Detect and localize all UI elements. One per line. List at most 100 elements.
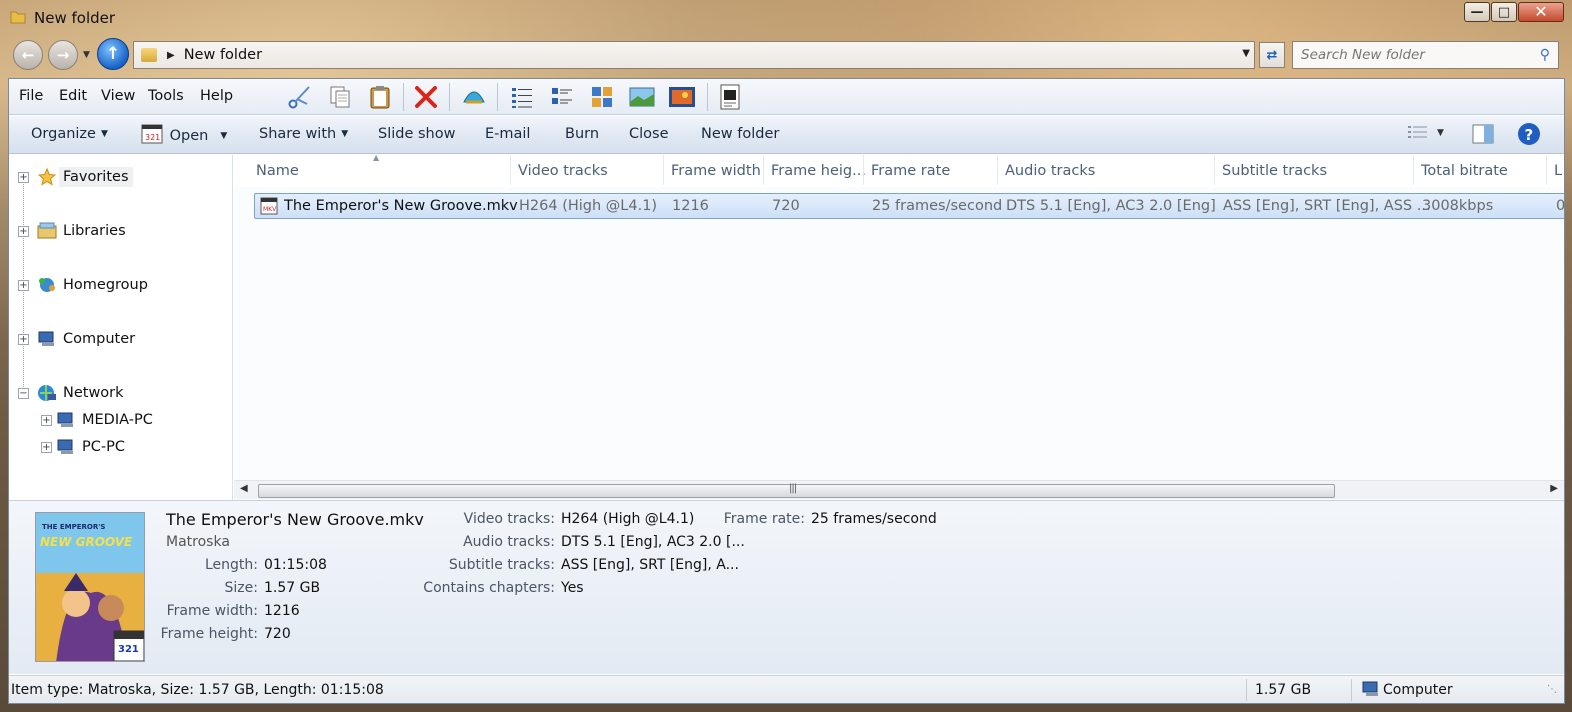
nav-pc-pc[interactable]: + PC-PC xyxy=(41,435,125,459)
computer-icon xyxy=(56,437,76,457)
expand-icon[interactable]: + xyxy=(41,414,52,426)
search-box[interactable]: ⚲ xyxy=(1292,41,1559,69)
command-bar: Organize ▼ 321 Open ▼ Share with ▼ Slide sh… xyxy=(9,116,1564,154)
column-divider[interactable] xyxy=(1546,155,1547,185)
file-row[interactable]: MKV The Emperor's New Groove.mkv H264 (H… xyxy=(254,193,1564,219)
column-divider[interactable] xyxy=(997,155,998,185)
view-thumbnail-icon[interactable] xyxy=(627,82,657,112)
burn-button[interactable]: Burn xyxy=(565,126,599,142)
organize-button[interactable]: Organize ▼ xyxy=(31,126,108,142)
nav-computer[interactable]: + Computer xyxy=(18,327,135,351)
window-title: New folder xyxy=(34,9,116,27)
delete-icon[interactable] xyxy=(411,82,441,112)
paste-icon[interactable] xyxy=(365,82,395,112)
toolbar-separator xyxy=(707,83,708,111)
refresh-button[interactable]: ⇄ xyxy=(1259,42,1285,68)
horizontal-scrollbar[interactable]: ◀ ||| ▶ xyxy=(234,480,1564,499)
expand-icon[interactable]: + xyxy=(18,333,29,345)
nav-media-pc[interactable]: + MEDIA-PC xyxy=(41,408,153,432)
address-bar[interactable]: ▶ New folder ▼ xyxy=(133,41,1255,69)
view-list-icon[interactable] xyxy=(547,82,577,112)
audio-tracks-value[interactable]: DTS 5.1 [Eng], AC3 2.0 [... xyxy=(561,534,745,550)
change-view-button[interactable] xyxy=(1407,124,1429,146)
nav-homegroup[interactable]: + Homegroup xyxy=(18,273,148,297)
slide-show-button[interactable]: Slide show xyxy=(378,126,455,142)
column-total-bitrate[interactable]: Total bitrate xyxy=(1421,163,1508,179)
preview-pane-button[interactable] xyxy=(1472,124,1494,148)
file-audio-tracks: DTS 5.1 [Eng], AC3 2.0 [Eng] xyxy=(1006,198,1216,214)
close-window-button[interactable]: ✕ xyxy=(1518,2,1564,22)
cover-art-thumbnail: THE EMPEROR'S NEW GROOVE 321 xyxy=(35,512,145,662)
new-folder-button[interactable]: New folder xyxy=(701,126,779,142)
expand-icon[interactable]: + xyxy=(18,279,29,291)
column-divider[interactable] xyxy=(663,155,664,185)
cut-icon[interactable] xyxy=(285,82,315,112)
collapse-icon[interactable]: − xyxy=(18,387,29,399)
menu-view[interactable]: View xyxy=(101,88,135,104)
copy-icon[interactable] xyxy=(325,82,355,112)
nav-favorites[interactable]: + Favorites xyxy=(18,165,133,189)
column-divider[interactable] xyxy=(763,155,764,185)
menu-tools[interactable]: Tools xyxy=(148,88,184,104)
up-button[interactable]: ↑ xyxy=(97,38,129,70)
search-input[interactable] xyxy=(1301,47,1531,63)
toolbar-separator xyxy=(403,83,404,111)
maximize-button[interactable]: □ xyxy=(1491,2,1517,22)
column-extra[interactable]: L xyxy=(1554,163,1562,179)
minimize-button[interactable]: — xyxy=(1464,2,1490,22)
menu-edit[interactable]: Edit xyxy=(59,88,87,104)
forward-button[interactable]: → xyxy=(48,40,78,70)
svg-text:MKV: MKV xyxy=(263,206,277,213)
column-header-row: ▲ Name Video tracks Frame width Frame he… xyxy=(234,155,1564,187)
mediainfo-icon[interactable] xyxy=(715,82,745,112)
column-divider[interactable] xyxy=(1413,155,1414,185)
video-tracks-value[interactable]: H264 (High @L4.1) xyxy=(561,511,694,527)
column-audio-tracks[interactable]: Audio tracks xyxy=(1005,163,1095,179)
expand-icon[interactable]: + xyxy=(41,441,52,453)
resize-grip-icon[interactable]: ⋱ xyxy=(1547,684,1557,695)
scrollbar-thumb[interactable]: ||| xyxy=(258,483,1335,498)
search-icon[interactable]: ⚲ xyxy=(1540,47,1550,63)
column-divider[interactable] xyxy=(863,155,864,185)
view-filmstrip-icon[interactable] xyxy=(667,82,697,112)
email-button[interactable]: E-mail xyxy=(485,126,530,142)
column-name[interactable]: Name xyxy=(256,163,299,179)
back-button[interactable]: ← xyxy=(13,40,43,70)
column-video-tracks[interactable]: Video tracks xyxy=(518,163,608,179)
recent-pages-dropdown[interactable]: ▼ xyxy=(83,50,90,60)
frame-rate-value[interactable]: 25 frames/second xyxy=(811,511,937,527)
expand-icon[interactable]: + xyxy=(18,225,29,237)
column-divider[interactable] xyxy=(1214,155,1215,185)
frame-height-value[interactable]: 720 xyxy=(264,626,291,642)
column-frame-height[interactable]: Frame heig... xyxy=(771,163,866,179)
breadcrumb-chevron-icon[interactable]: ▶ xyxy=(167,50,175,61)
menu-file[interactable]: File xyxy=(19,88,43,104)
breadcrumb-folder[interactable]: New folder xyxy=(184,47,262,63)
expand-icon[interactable]: + xyxy=(18,171,29,183)
properties-shell-icon[interactable] xyxy=(459,82,489,112)
chapters-value[interactable]: Yes xyxy=(561,580,584,596)
help-button[interactable]: ? xyxy=(1517,122,1541,150)
title-bar[interactable]: New folder — □ ✕ xyxy=(0,0,1572,36)
status-size: 1.57 GB xyxy=(1255,682,1312,698)
column-frame-rate[interactable]: Frame rate xyxy=(871,163,950,179)
scroll-left-icon[interactable]: ◀ xyxy=(240,483,248,494)
subtitle-tracks-value[interactable]: ASS [Eng], SRT [Eng], A... xyxy=(561,557,739,573)
share-with-button[interactable]: Share with ▼ xyxy=(259,126,348,142)
view-tiles-icon[interactable] xyxy=(587,82,617,112)
scroll-right-icon[interactable]: ▶ xyxy=(1550,483,1558,494)
size-value[interactable]: 1.57 GB xyxy=(264,580,320,596)
address-dropdown-icon[interactable]: ▼ xyxy=(1242,48,1250,59)
nav-network[interactable]: − Network xyxy=(18,381,124,405)
open-button[interactable]: 321 Open ▼ xyxy=(141,124,227,144)
length-value[interactable]: 01:15:08 xyxy=(264,557,327,573)
view-dropdown-icon[interactable]: ▼ xyxy=(1437,128,1444,138)
view-details-icon[interactable] xyxy=(507,82,537,112)
frame-width-value[interactable]: 1216 xyxy=(264,603,300,619)
column-frame-width[interactable]: Frame width xyxy=(671,163,761,179)
menu-help[interactable]: Help xyxy=(200,88,233,104)
column-subtitle-tracks[interactable]: Subtitle tracks xyxy=(1222,163,1327,179)
column-divider[interactable] xyxy=(510,155,511,185)
nav-libraries[interactable]: + Libraries xyxy=(18,219,126,243)
close-button[interactable]: Close xyxy=(629,126,669,142)
